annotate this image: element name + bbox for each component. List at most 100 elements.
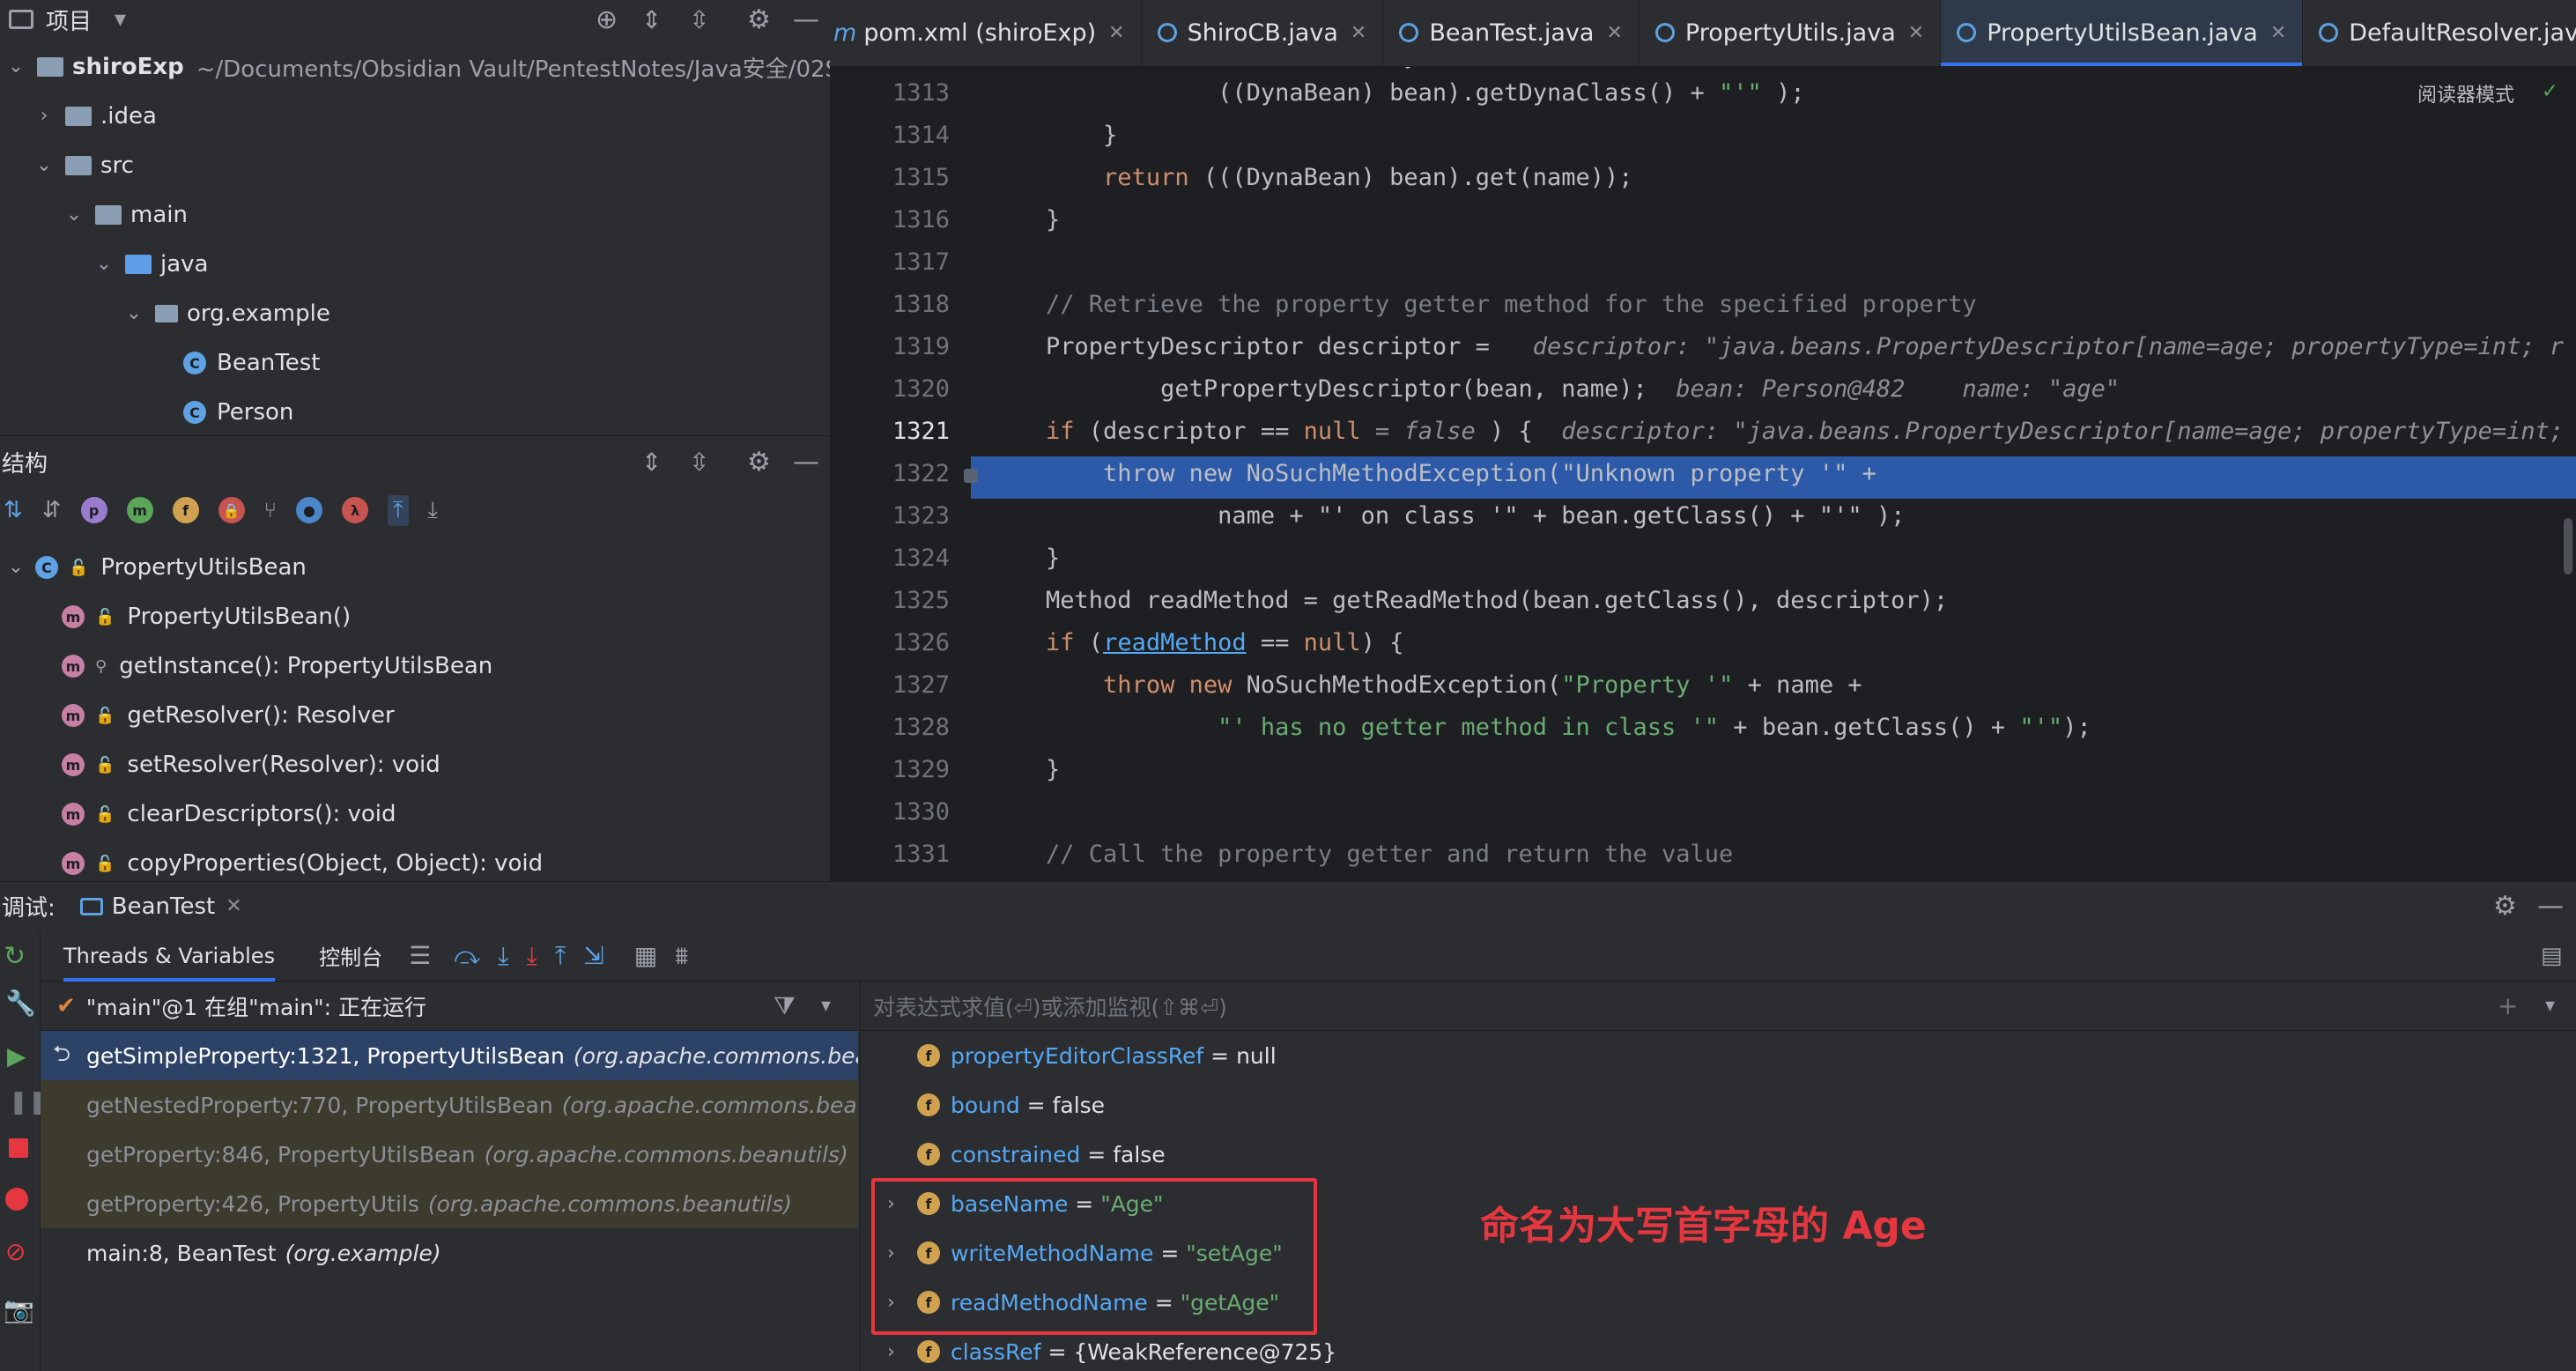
structure-method-item[interactable]: m 🔓 clearDescriptors(): void [62,789,396,839]
locate-icon[interactable]: ⊕ [596,4,618,35]
structure-method-item[interactable]: m ⚲ getInstance(): PropertyUtilsBean [62,641,492,691]
step-over-icon[interactable]: ⤓ [498,941,508,971]
layout-settings-icon[interactable]: ▤ [2541,943,2563,969]
code-line[interactable]: "' has no getter method in class '" + be… [988,714,2091,741]
gear-icon[interactable]: ⚙ [747,4,771,35]
tab-pom-xml[interactable]: m pom.xml (shiroExp) ✕ [830,0,1142,66]
line-number[interactable]: 1327 [830,671,950,699]
line-number[interactable]: 1315 [830,164,950,191]
stack-frame[interactable]: ⮌ getSimpleProperty:1321, PropertyUtilsBe… [41,1031,858,1080]
chevron-down-icon[interactable]: ⌄ [65,205,83,225]
chevron-down-icon[interactable]: ▾ [821,995,831,1017]
chevron-down-icon[interactable]: ⌄ [35,156,53,175]
chevron-down-icon[interactable]: ⌄ [125,304,143,323]
tree-item-package[interactable]: ⌄ org.example [125,289,330,338]
line-number[interactable]: 1316 [830,206,950,233]
show-execution-point-icon[interactable]: ⤼ [454,941,480,971]
stop-icon[interactable] [9,1138,28,1158]
gear-icon[interactable]: ⚙ [747,447,771,478]
rerun-icon[interactable]: ↻ [4,941,26,972]
line-number[interactable]: 1329 [830,756,950,783]
chevron-down-icon[interactable]: ⌄ [95,255,113,274]
step-out-icon[interactable]: ⤒ [555,941,566,971]
filter-icon[interactable]: ⧩ [774,991,796,1021]
variable-row[interactable]: f bound = false [887,1080,1105,1130]
show-anonymous-icon[interactable]: ⑂ [264,498,277,522]
code-line[interactable]: name + "' on class '" + bean.getClass() … [988,502,1905,530]
line-number[interactable]: 1321 [830,418,950,445]
structure-method-item[interactable]: m 🔓 setResolver(Resolver): void [62,740,440,789]
close-icon[interactable]: ✕ [1108,22,1124,44]
line-number[interactable]: 1318 [830,291,950,318]
code-line[interactable]: throw new NoSuchMethodException("Propert… [988,671,1862,699]
tree-item-src[interactable]: ⌄ src [35,141,134,190]
debug-session-tab[interactable]: BeanTest ✕ [79,893,242,920]
code-line[interactable]: ((DynaBean) bean).getDynaClass() + "'" )… [988,79,1805,107]
minimize-icon[interactable]: — [793,4,819,35]
breakpoint-marker[interactable] [964,469,978,483]
line-number[interactable]: 1330 [830,798,950,826]
sort-alpha-icon[interactable]: ⇅ [4,497,23,523]
show-lambdas-icon[interactable]: ● [296,497,322,523]
evaluate-expression-icon[interactable]: ▦ [634,941,657,970]
code-line[interactable]: } [988,122,1117,149]
tree-item-person[interactable]: C Person [183,388,293,437]
lambda-icon[interactable]: λ [342,497,368,523]
collapse-all-icon[interactable]: ⇳ [689,448,709,477]
variable-row[interactable]: f constrained = false [887,1130,1166,1179]
stack-frame[interactable]: getNestedProperty:770, PropertyUtilsBean… [41,1080,858,1130]
camera-icon[interactable]: 📷 [4,1295,34,1324]
structure-method-item[interactable]: m 🔓 PropertyUtilsBean() [62,592,351,641]
tab-console[interactable]: 控制台 [319,940,382,971]
reader-mode-button[interactable]: 阅读器模式 [2417,79,2514,107]
close-icon[interactable]: ✕ [2270,22,2286,44]
tab-propertyutilsbean[interactable]: PropertyUtilsBean.java ✕ [1941,0,2304,66]
tree-item-root[interactable]: ⌄ shiroExp ~/Documents/Obsidian Vault/Pe… [7,42,907,92]
line-number[interactable]: 1322 [830,460,950,487]
autoscroll-from-source-icon[interactable]: ⤓ [428,497,439,524]
line-number[interactable]: 1328 [830,714,950,741]
chevron-down-icon[interactable]: ⌄ [7,558,25,577]
code-editor[interactable]: 1313 1314 1315 1316 1317 1318 1319 1320 1321 1322… [830,67,2576,881]
minimize-icon[interactable]: — [793,447,819,478]
code-line[interactable]: } [988,206,1060,233]
stack-frame[interactable]: getProperty:426, PropertyUtils (org.apach… [41,1179,858,1228]
chevron-down-icon[interactable]: ▾ [2545,995,2555,1017]
code-line[interactable]: if (readMethod == null) { [988,629,1403,656]
variable-row[interactable]: f propertyEditorClassRef = null [887,1031,1277,1080]
tree-item-idea[interactable]: › .idea [35,92,157,141]
chevron-down-icon[interactable]: ⌄ [7,57,25,77]
code-line[interactable]: PropertyDescriptor descriptor = descript… [988,333,2564,360]
code-line[interactable]: getPropertyDescriptor(bean, name); bean:… [988,375,2120,403]
code-line[interactable]: } [988,545,1060,572]
code-line[interactable]: if (descriptor == null = false ) { descr… [988,418,2564,445]
show-nonpublic-icon[interactable]: 🔒 [218,497,245,523]
trace-icon[interactable]: ⩩ [675,941,688,971]
expand-all-icon[interactable]: ⇕ [641,5,662,34]
close-icon[interactable]: ✕ [1606,22,1622,44]
line-number[interactable]: 1319 [830,333,950,360]
stack-frame[interactable]: getProperty:846, PropertyUtilsBean (org.a… [41,1130,858,1179]
sort-visibility-icon[interactable]: ⇵ [42,497,62,523]
chevron-down-icon[interactable]: ▾ [115,6,126,33]
tab-shirocb[interactable]: ShiroCB.java ✕ [1142,0,1384,66]
line-number[interactable]: 1325 [830,587,950,614]
code-line[interactable]: } [988,756,1060,783]
line-number[interactable]: 1317 [830,248,950,276]
code-line[interactable]: throw new NoSuchMethodException("Unknown… [988,460,1876,487]
autoscroll-to-source-icon[interactable]: ⤒ [388,494,409,526]
tree-item-beantest[interactable]: C BeanTest [183,338,320,388]
code-line[interactable]: return (((DynaBean) bean).get(name)); [988,164,1632,191]
show-properties-icon[interactable]: p [80,497,107,523]
tab-defaultresolver[interactable]: DefaultResolver.java ✕ [2303,0,2576,66]
line-number[interactable]: 1331 [830,841,950,868]
code-line[interactable]: // Call the property getter and return t… [988,841,1733,868]
layout-icon[interactable]: ☰ [409,941,431,970]
tree-item-main[interactable]: ⌄ main [65,190,188,240]
mute-breakpoints-icon[interactable]: ⊘ [5,1237,26,1266]
line-number[interactable]: 1320 [830,375,950,403]
chevron-right-icon[interactable]: › [887,1341,917,1363]
resume-icon[interactable]: ▶ [7,1041,26,1071]
line-number[interactable]: 1313 [830,79,950,107]
evaluate-input[interactable]: 对表达式求值(⏎)或添加监视(⇧⌘⏎) + ▾ [861,982,2576,1031]
